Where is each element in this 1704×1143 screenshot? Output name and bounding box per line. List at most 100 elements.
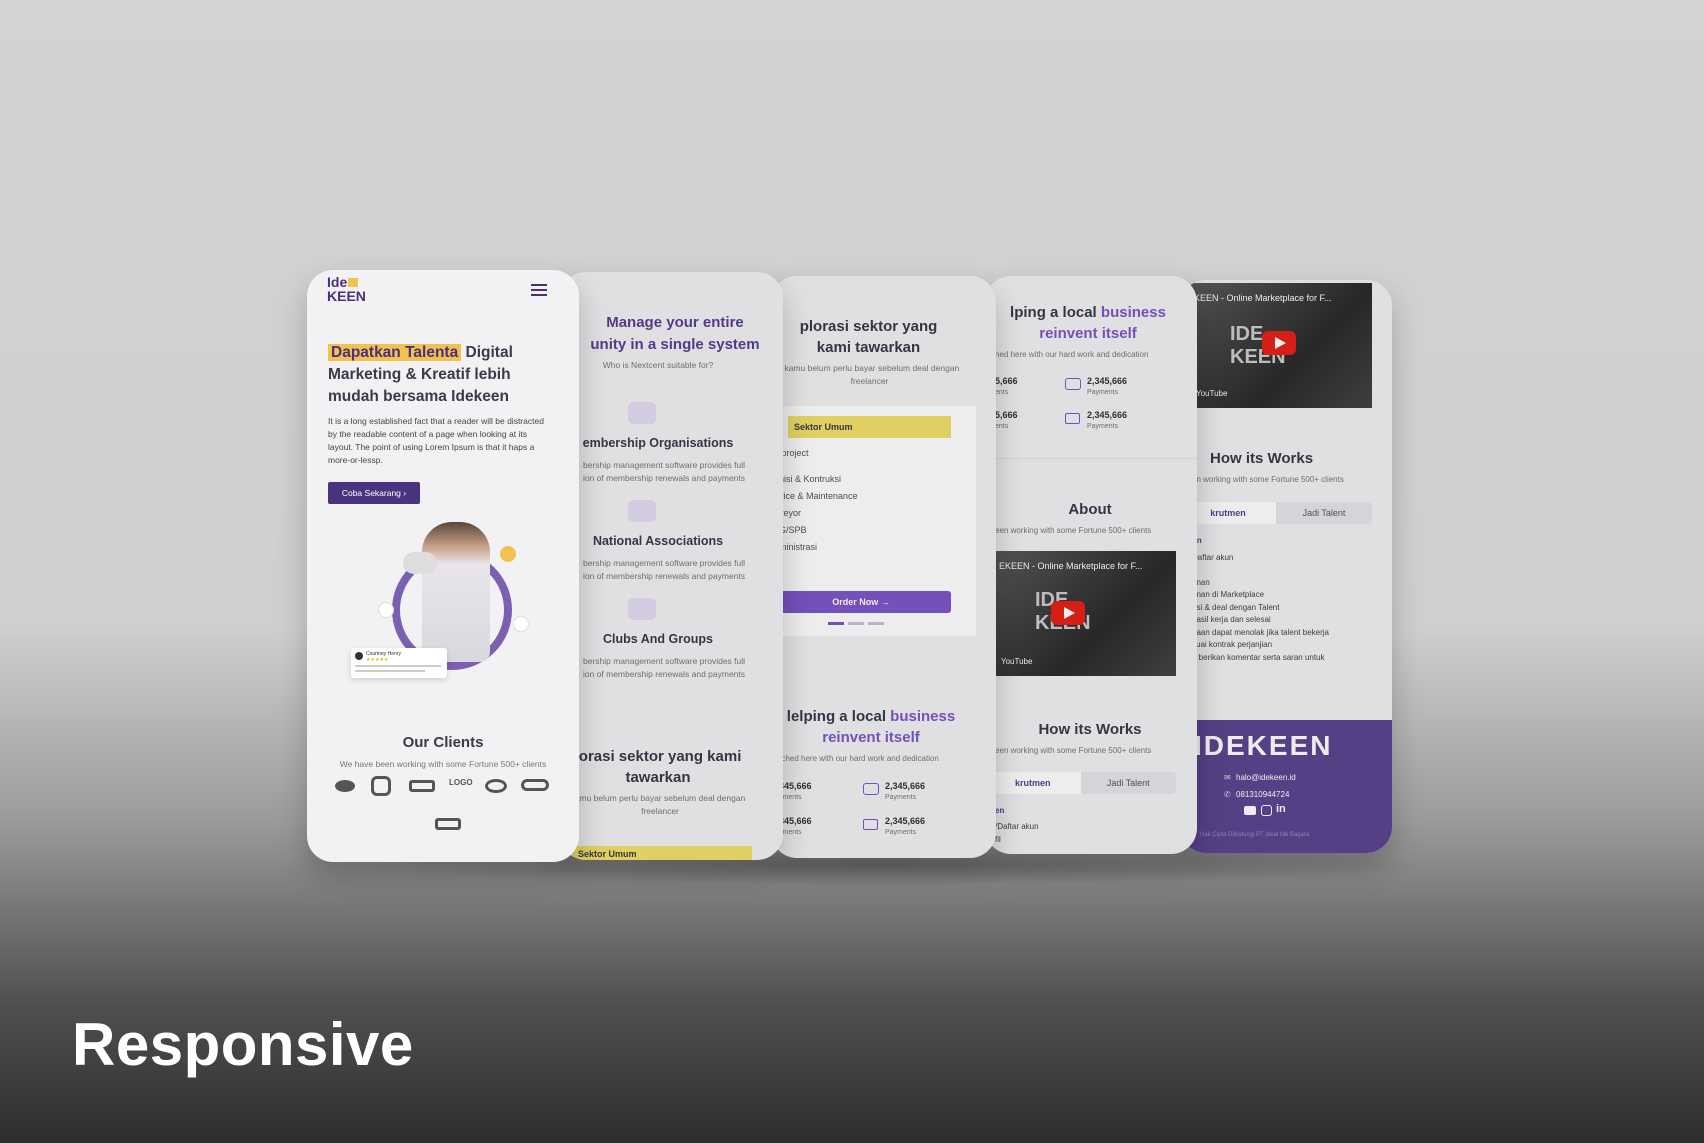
arrow-right-icon: → — [880, 597, 890, 607]
carousel-dot[interactable] — [848, 622, 864, 625]
phone-icon: ✆ — [1224, 790, 1231, 799]
chevron-right-icon: › — [403, 488, 407, 498]
help-subtitle: hed here with our hard work and dedicati… — [995, 350, 1149, 359]
client-logo — [409, 780, 435, 792]
sector-item: nisi & Kontruksi — [779, 474, 842, 484]
carousel-dots — [828, 622, 884, 625]
sector-item: ministrasi — [779, 542, 818, 552]
feature-title: Clubs And Groups — [603, 632, 713, 646]
stat-left: 345,666 — [779, 816, 812, 826]
client-logo — [521, 779, 549, 791]
video-thumbnail[interactable]: KEEN - Online Marketplace for F... IDE KE… — [1190, 283, 1372, 408]
clients-title: Our Clients — [402, 734, 484, 751]
clubs-icon — [628, 598, 656, 620]
card-icon — [863, 819, 878, 830]
phone-screen-2: Manage your entire unity in a single syst… — [560, 272, 783, 860]
manage-title: Manage your entire unity in a single syst… — [590, 314, 760, 353]
linkedin-icon[interactable]: in — [1276, 803, 1286, 815]
client-logo — [435, 818, 461, 830]
video-title: EKEEN - Online Marketplace for F... — [999, 561, 1143, 571]
handshake-icon — [1065, 378, 1081, 390]
feature-desc: bership management software provides ful… — [582, 558, 746, 581]
step-item: Daftar akun — [1192, 553, 1234, 562]
tab-jadi-talent[interactable]: Jadi Talent — [1276, 502, 1372, 524]
works-subtitle: en working with some Fortune 500+ client… — [1192, 475, 1344, 484]
stat-left: 345,666 — [779, 781, 812, 791]
stat-left: 5,666 — [995, 410, 1018, 420]
stat-right: 2,345,666 — [1087, 376, 1128, 386]
person-photo — [422, 522, 490, 662]
explore-subtitle: , kamu belum perlu bayar sebelum deal de… — [779, 363, 960, 386]
step-item: n berikan komentar serta saran untuk — [1192, 652, 1325, 662]
client-logos: LOGO — [335, 776, 555, 836]
client-logo — [371, 776, 391, 796]
works-title: How its Works — [1038, 721, 1142, 738]
stat-right: 2,345,666 — [1087, 410, 1128, 420]
footer-email[interactable]: halo@idekeen.id — [1236, 773, 1296, 782]
video-title: KEEN - Online Marketplace for F... — [1194, 293, 1332, 303]
carousel-dot[interactable] — [868, 622, 884, 625]
video-thumbnail[interactable]: EKEEN - Online Marketplace for F... IDEK… — [995, 551, 1176, 676]
footer-phone[interactable]: 081310944724 — [1236, 790, 1289, 799]
users-icon — [513, 616, 529, 632]
works-subtitle: een working with some Fortune 500+ clien… — [995, 746, 1152, 755]
phone-screen-1: Ide KEEN Dapatkan Talenta Digital Market… — [307, 270, 579, 862]
caption: Responsive — [72, 1011, 414, 1078]
explore-subtitle: amu belum perlu bayar sebelum deal denga… — [574, 793, 746, 816]
footer: IDEKEEN ✉ halo@idekeen.id ✆ 081310944724… — [1180, 720, 1392, 853]
feature-title: National Associations — [592, 534, 724, 548]
feature-desc: bership management software provides ful… — [582, 656, 746, 679]
tab-rekrutmen[interactable]: krutmen — [985, 772, 1081, 794]
tab-jadi-talent[interactable]: Jadi Talent — [1081, 772, 1177, 794]
price-label: /project — [779, 448, 809, 458]
client-logo — [335, 780, 355, 792]
manage-subtitle: Who is Nextcent suitable for? — [602, 360, 714, 370]
explore-title: plorasi sektor yang kami tawarkan — [799, 318, 938, 356]
feature-title: embership Organisations — [582, 436, 734, 450]
phone-screen-3: plorasi sektor yang kami tawarkan , kamu… — [771, 276, 996, 858]
mail-icon: ✉ — [1224, 773, 1231, 782]
hero-body: It is a long established fact that a rea… — [328, 416, 544, 465]
step-item: fil — [995, 835, 1001, 844]
hamburger-menu-icon[interactable] — [531, 284, 547, 296]
step-item: naan dapat menolak jika talent bekerja — [1192, 627, 1329, 637]
shield-icon — [378, 602, 394, 618]
steps-list: Daftar akun anan anan di Marketplace asi… — [1192, 552, 1329, 664]
stat-right: 2,345,666 — [885, 781, 926, 791]
sector-tag: Sektor Umum — [788, 416, 951, 438]
emoji-icon — [500, 546, 516, 562]
logo[interactable]: Ide KEEN — [327, 275, 366, 303]
cta-button[interactable]: Coba Sekarang › — [328, 482, 420, 504]
handshake-icon — [863, 783, 879, 795]
help-title: lelping a local business reinvent itself — [786, 708, 956, 746]
youtube-icon[interactable] — [1244, 806, 1256, 815]
instagram-icon[interactable] — [1261, 805, 1272, 816]
step-item: hasil kerja dan selesai — [1192, 615, 1271, 624]
membership-icon — [628, 402, 656, 424]
step-item: anan di Marketplace — [1192, 590, 1265, 599]
sector-item: G/SPB — [779, 525, 807, 535]
play-icon[interactable] — [1051, 601, 1085, 625]
carousel-dot[interactable] — [828, 622, 844, 625]
step-item: suai kontrak perjanjian — [1192, 640, 1273, 649]
feature-desc: bership management software provides ful… — [582, 460, 746, 483]
works-tabs: krutmen Jadi Talent — [1180, 502, 1372, 524]
explore-title: lorasi sektor yang kami tawarkan — [574, 748, 742, 786]
about-subtitle: een working with some Fortune 500+ clien… — [995, 526, 1152, 535]
avatar — [355, 652, 363, 660]
phone-screen-5: KEEN - Online Marketplace for F... IDE KE… — [1180, 280, 1392, 853]
rating-stars: ★★★★★ — [366, 657, 389, 663]
chat-bubble — [403, 552, 437, 574]
stat-right: 2,345,666 — [885, 816, 926, 826]
order-now-button[interactable]: Order Now → — [771, 591, 951, 613]
step-item: asi & deal dengan Talent — [1192, 602, 1280, 612]
sector-tag: Sektor Umum — [572, 846, 752, 860]
youtube-label: YouTube — [1196, 389, 1228, 398]
sector-item: vice & Maintenance — [779, 491, 858, 501]
help-title: lping a local business reinvent itself — [1010, 304, 1166, 342]
footer-copyright: Hak Cipta Dilindungi PT Ideal Idé Bagara — [1200, 832, 1310, 838]
step-item: anan — [1192, 577, 1210, 587]
play-icon[interactable] — [1262, 331, 1296, 355]
about-title: About — [1068, 501, 1112, 518]
phone-screen-4: lping a local business reinvent itself h… — [985, 276, 1197, 854]
